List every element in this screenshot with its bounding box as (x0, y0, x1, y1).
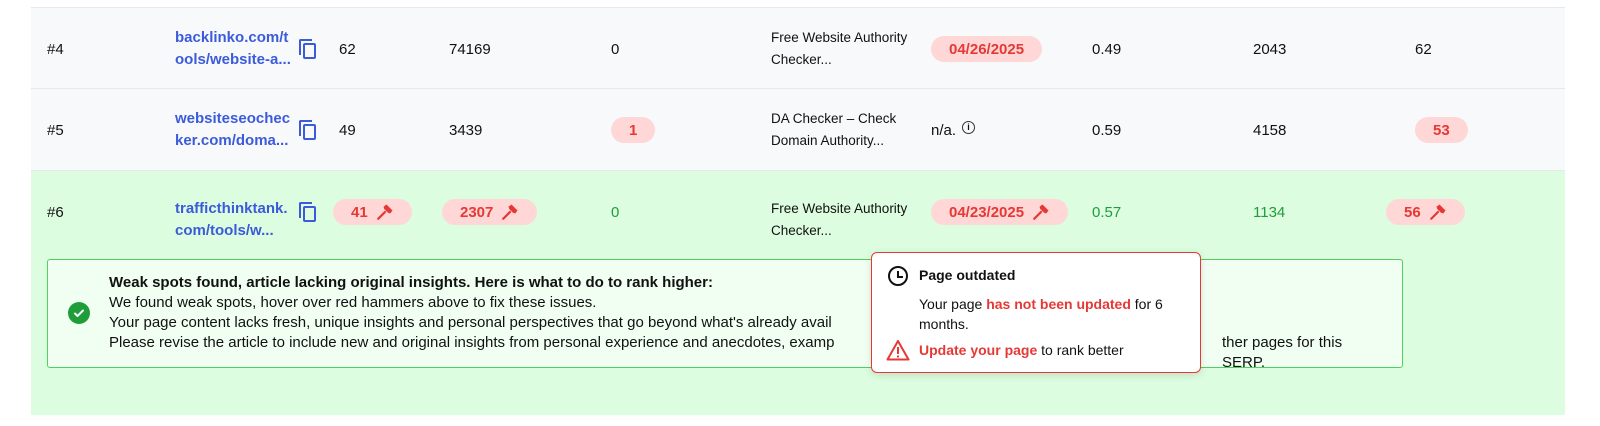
date-value: n/a. (931, 121, 957, 139)
url-link[interactable]: trafficthinktank.com/tools/w... (175, 198, 293, 242)
check-circle-icon (68, 302, 90, 324)
metric-b: 74169 (449, 40, 491, 58)
metric-a: 62 (339, 40, 356, 58)
copy-icon[interactable] (297, 200, 319, 224)
metric-f-badge: 53 (1415, 117, 1468, 143)
metric-a-badge[interactable]: 41 (333, 199, 412, 225)
copy-icon[interactable] (297, 118, 319, 142)
metric-c: 0 (611, 40, 620, 58)
clock-icon (888, 266, 908, 286)
tooltip-cta: Update your page to rank better (919, 342, 1124, 358)
metric-e: 4158 (1253, 121, 1287, 139)
url-link[interactable]: websiteseochecker.com/doma... (175, 108, 293, 152)
tooltip-body: Your page has not been updated for 6 mon… (919, 296, 1163, 332)
date-badge: 04/26/2025 (931, 36, 1043, 62)
tooltip-title: Page outdated (919, 267, 1016, 283)
metric-a: 49 (339, 121, 356, 139)
metric-b: 3439 (449, 121, 483, 139)
rank-cell: #6 (47, 203, 64, 221)
page-title-cell: DA Checker – Check Domain Authority... (771, 111, 897, 148)
hammer-icon[interactable] (1032, 203, 1050, 221)
page-title-cell: Free Website Authority Checker... (771, 30, 908, 67)
outdated-tooltip: Page outdated Your page has not been upd… (871, 252, 1201, 373)
metric-f: 62 (1415, 40, 1432, 58)
warning-icon (886, 340, 910, 361)
copy-icon[interactable] (297, 37, 319, 61)
date-badge[interactable]: 04/23/2025 (931, 199, 1069, 225)
table-row: #5 websiteseochecker.com/doma... 49 3439… (31, 89, 1565, 171)
metric-e: 1134 (1253, 203, 1286, 221)
metric-f-badge[interactable]: 56 (1386, 199, 1465, 225)
hammer-icon[interactable] (376, 203, 394, 221)
page-title-cell: Free Website Authority Checker... (771, 201, 908, 238)
metric-e: 2043 (1253, 40, 1287, 58)
metric-c-badge: 1 (611, 117, 656, 143)
info-icon[interactable]: i (962, 120, 976, 134)
metric-d: 0.57 (1092, 203, 1122, 221)
rank-cell: #5 (47, 121, 64, 139)
table-row: #4 backlinko.com/tools/website-a... 62 7… (31, 7, 1565, 89)
metric-b-badge[interactable]: 2307 (442, 199, 538, 225)
rank-cell: #4 (47, 40, 64, 58)
update-page-link[interactable]: Update your page (919, 342, 1037, 358)
metric-d: 0.59 (1092, 121, 1122, 139)
metric-d: 0.49 (1092, 40, 1122, 58)
metric-c: 0 (611, 203, 620, 221)
url-link[interactable]: backlinko.com/tools/website-a... (175, 27, 293, 71)
hammer-icon[interactable] (1429, 203, 1447, 221)
hammer-icon[interactable] (501, 203, 519, 221)
